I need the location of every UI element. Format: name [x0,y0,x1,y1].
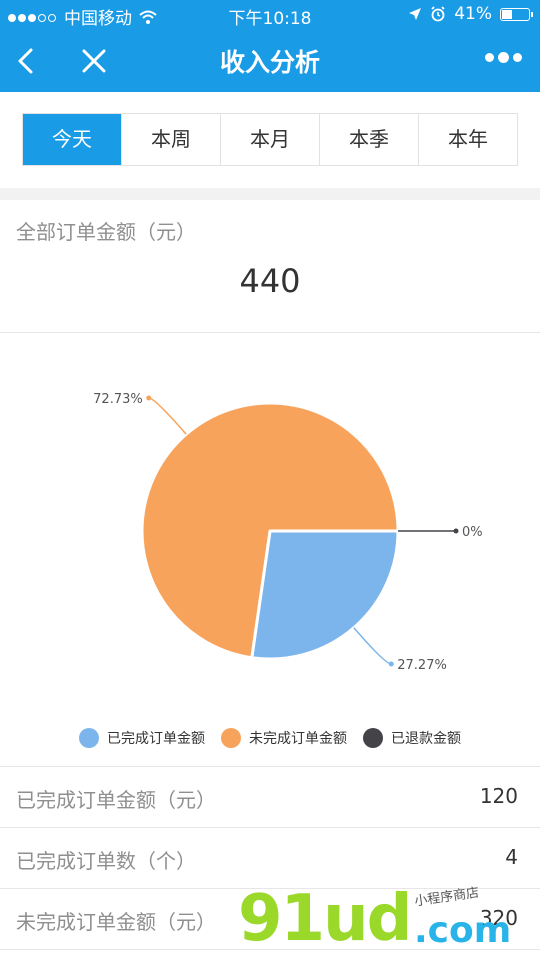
row-value: 120 [479,784,518,808]
period-tabs: 今天 本周 本月 本季 本年 [22,113,518,166]
tab-week[interactable]: 本周 [121,114,220,165]
legend-swatch [221,728,241,748]
row-label: 已完成订单金额（元） [16,788,216,812]
chart-legend: 已完成订单金额 未完成订单金额 已退款金额 [0,728,540,748]
legend-item-completed[interactable]: 已完成订单金额 [79,728,205,748]
legend-item-uncompleted[interactable]: 未完成订单金额 [221,728,347,748]
pie-label-dot [388,661,394,667]
tab-quarter[interactable]: 本季 [319,114,418,165]
battery-icon [500,7,533,21]
row-label: 未完成订单金额（元） [16,910,216,934]
tab-month[interactable]: 本月 [220,114,319,165]
battery-percent: 41% [454,4,492,24]
row-value: 4 [505,845,518,869]
page-title: 收入分析 [219,48,320,77]
legend-label: 已完成订单金额 [107,731,205,747]
list-item: 已完成订单金额（元） 120 [0,767,540,828]
list-item: 已完成订单数（个） 4 [0,828,540,889]
pie-data-label: 27.27% [397,658,447,673]
pie-label-connector [148,397,187,435]
top-bar: 中国移动 下午10:18 41% 收入分析 [0,0,540,92]
location-icon [409,8,422,20]
legend-item-refunded[interactable]: 已退款金额 [363,728,461,748]
status-bar: 中国移动 下午10:18 41% [0,0,540,30]
tab-today[interactable]: 今天 [23,114,121,165]
total-amount-label: 全部订单金额（元） [16,220,196,244]
pie-label-dot [146,395,152,401]
detail-list: 已完成订单金额（元） 120 已完成订单数（个） 4 未完成订单金额（元） 32… [0,767,540,950]
total-amount-value: 440 [239,262,301,300]
pie-label-connector [353,627,392,665]
legend-swatch [363,728,383,748]
pie-data-label: 72.73% [93,392,143,407]
pie-slice-0[interactable] [250,529,400,661]
legend-swatch [79,728,99,748]
more-icon[interactable] [485,52,522,63]
nav-bar: 收入分析 [0,30,540,92]
legend-label: 未完成订单金额 [249,731,347,747]
row-value: 320 [479,906,518,930]
legend-label: 已退款金额 [391,731,461,747]
list-item: 未完成订单金额（元） 320 [0,889,540,950]
income-pie-chart: 27.27% 72.73% 0% [93,392,483,673]
row-label: 已完成订单数（个） [16,849,196,873]
tab-year[interactable]: 本年 [418,114,517,165]
alarm-icon [431,6,445,22]
section-divider [0,188,540,200]
pie-data-label: 0% [462,525,483,540]
pie-label-dot [453,528,459,534]
